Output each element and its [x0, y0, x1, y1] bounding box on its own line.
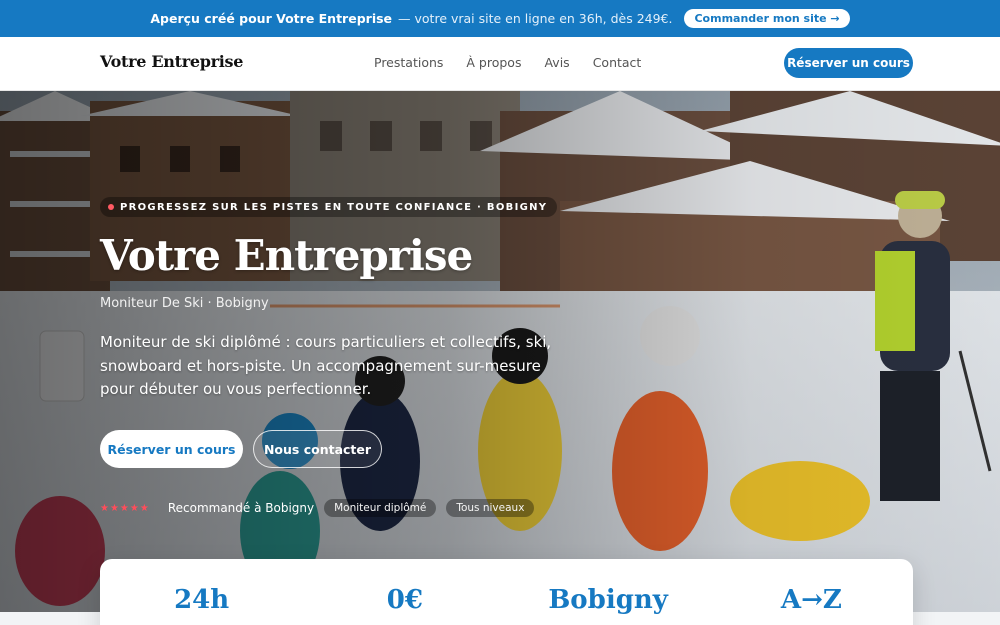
- site-header: Votre Entreprise Prestations À propos Av…: [0, 37, 1000, 91]
- stat-price: 0€: [386, 585, 423, 615]
- stats-card: 24h 0€ Bobigny A→Z: [100, 559, 913, 625]
- brand-logo[interactable]: Votre Entreprise: [100, 52, 243, 71]
- stat-response-time: 24h: [174, 585, 230, 615]
- nav-avis[interactable]: Avis: [544, 55, 569, 70]
- nav-contact[interactable]: Contact: [593, 55, 642, 70]
- eyebrow-text: PROGRESSEZ SUR LES PISTES EN TOUTE CONFI…: [120, 201, 548, 213]
- nav-a-propos[interactable]: À propos: [466, 55, 521, 70]
- dot-icon: [108, 204, 114, 210]
- trust-row: ★★★★★ Recommandé à Bobigny Moniteur dipl…: [100, 499, 535, 517]
- star-icon: ★★★★★: [100, 502, 150, 514]
- hero-subtitle: Moniteur De Ski · Bobigny: [100, 296, 269, 311]
- main-nav: Prestations À propos Avis Contact: [374, 55, 641, 70]
- contact-us-button[interactable]: Nous contacter: [253, 430, 382, 468]
- hero-description: Moniteur de ski diplômé : cours particul…: [100, 333, 552, 398]
- order-site-button[interactable]: Commander mon site →: [684, 9, 850, 28]
- book-lesson-button[interactable]: Réserver un cours: [100, 430, 243, 468]
- stat-location: Bobigny: [548, 585, 668, 615]
- hero-eyebrow: PROGRESSEZ SUR LES PISTES EN TOUTE CONFI…: [100, 197, 558, 217]
- hero-section: PROGRESSEZ SUR LES PISTES EN TOUTE CONFI…: [0, 91, 1000, 612]
- badge-all-levels: Tous niveaux: [446, 499, 535, 517]
- hero-title: Votre Entreprise: [100, 231, 473, 280]
- trust-text: Recommandé à Bobigny: [167, 501, 315, 515]
- banner-text: — votre vrai site en ligne en 36h, dès 2…: [398, 11, 673, 26]
- promo-banner: Aperçu créé pour Votre Entreprise — votr…: [0, 0, 1000, 37]
- nav-prestations[interactable]: Prestations: [374, 55, 443, 70]
- header-book-button[interactable]: Réserver un cours: [784, 48, 913, 78]
- stat-coverage: A→Z: [780, 585, 842, 615]
- badge-certified: Moniteur diplômé: [324, 499, 437, 517]
- banner-lead: Aperçu créé pour Votre Entreprise: [150, 11, 393, 26]
